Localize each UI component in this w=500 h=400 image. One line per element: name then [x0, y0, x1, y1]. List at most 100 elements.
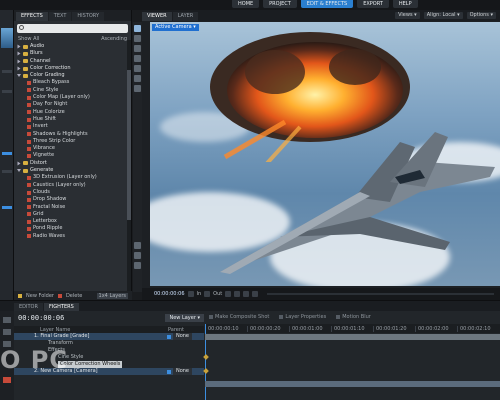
nav-project[interactable]: PROJECT — [263, 0, 297, 8]
playback-controls: 00:00:00:06 In Out — [142, 288, 500, 300]
effect-item[interactable]: Hue Shift — [17, 116, 127, 123]
pen-tool-icon[interactable] — [134, 75, 141, 82]
new-folder-button[interactable]: New Folder — [26, 293, 54, 299]
scrollbar-thumb[interactable] — [127, 70, 131, 220]
motion-blur-button[interactable]: Motion Blur — [336, 314, 371, 320]
layer-bar-final-grade[interactable] — [205, 334, 500, 340]
tab-text[interactable]: TEXT — [48, 12, 72, 21]
nav-help[interactable]: HELP — [392, 0, 418, 8]
eraser-tool-icon[interactable] — [134, 252, 141, 259]
brush-tool-icon[interactable] — [134, 242, 141, 249]
select-tool-icon[interactable] — [134, 25, 141, 32]
effect-folder[interactable]: Color Grading — [17, 72, 127, 79]
current-time[interactable]: 00:00:00:06 — [18, 314, 64, 322]
set-out-icon[interactable] — [204, 291, 211, 297]
layer-bar-new-camera[interactable] — [205, 381, 500, 387]
effect-folder[interactable]: Distort — [17, 160, 127, 167]
new-layer-dropdown[interactable]: New Layer — [165, 314, 204, 322]
rotate-tool-icon[interactable] — [134, 65, 141, 72]
effect-folder[interactable]: Generate — [17, 167, 127, 174]
parent-select[interactable]: None — [166, 368, 192, 375]
effect-item[interactable]: Vibrance — [17, 145, 127, 152]
effect-item[interactable]: Radio Waves — [17, 233, 127, 240]
effect-folder[interactable]: Blurs — [17, 50, 127, 57]
effect-item[interactable]: Bleach Bypass — [17, 79, 127, 86]
viewer-canvas[interactable]: Active Camera — [150, 22, 500, 286]
views-dropdown[interactable]: Views — [395, 12, 420, 19]
move-tool-icon[interactable] — [134, 55, 141, 62]
nav-home[interactable]: HOME — [232, 0, 260, 8]
chevron-right-icon[interactable] — [17, 66, 21, 71]
zoom-tool-icon[interactable] — [134, 45, 141, 52]
effect-item[interactable]: Day For Night — [17, 101, 127, 108]
effect-item[interactable]: Vignette — [17, 152, 127, 159]
effects-search-input[interactable] — [26, 24, 126, 33]
media-row[interactable] — [2, 170, 12, 173]
set-in-icon[interactable] — [187, 291, 194, 297]
effect-icon — [27, 88, 31, 93]
effect-item[interactable]: Caustics (Layer only) — [17, 182, 127, 189]
layer-row[interactable]: 1. Final Grade [Grade] None — [14, 333, 204, 340]
nav-edit-effects[interactable]: EDIT & EFFECTS — [300, 0, 354, 8]
chevron-right-icon[interactable] — [17, 51, 21, 56]
media-row[interactable] — [2, 70, 12, 73]
nav-export[interactable]: EXPORT — [357, 0, 389, 8]
effect-item[interactable]: Letterbox — [17, 218, 127, 225]
layer-properties-button[interactable]: Layer Properties — [279, 314, 326, 320]
text-tool-icon[interactable] — [134, 262, 141, 269]
record-icon[interactable] — [3, 377, 11, 383]
scrub-track[interactable] — [267, 293, 494, 295]
effect-item[interactable]: Three Strip Color — [17, 138, 127, 145]
parent-select[interactable]: None — [166, 333, 192, 340]
effect-item[interactable]: Clouds — [17, 189, 127, 196]
effect-item[interactable]: Hue Colorize — [17, 109, 127, 116]
time-ruler[interactable]: 00:00:00:10 00:00:00:20 00:00:01:00 00:00:0… — [205, 324, 500, 333]
effect-folder[interactable]: Color Correction — [17, 65, 127, 72]
chevron-right-icon[interactable] — [17, 59, 21, 64]
timeline-tabs: EDITOR FIGHTERS — [0, 301, 500, 311]
effect-folder[interactable]: Audio — [17, 43, 127, 50]
media-row-selected[interactable] — [2, 152, 12, 155]
column-parent: Parent — [167, 326, 184, 333]
chevron-right-icon[interactable] — [17, 44, 21, 49]
ruler-tick-label: 00:00:00:20 — [247, 325, 289, 332]
effect-item[interactable]: Shadows & Highlights — [17, 131, 127, 138]
make-composite-shot-button[interactable]: Make Composite Shot — [209, 314, 269, 320]
tab-fighters[interactable]: FIGHTERS — [43, 303, 79, 311]
options-dropdown[interactable]: Options — [466, 12, 496, 19]
active-camera-dropdown[interactable]: Active Camera — [152, 24, 199, 31]
effect-item[interactable]: Grid — [17, 211, 127, 218]
skip-forward-icon[interactable] — [243, 291, 250, 297]
razor-icon[interactable] — [3, 329, 11, 335]
effect-item[interactable]: Drop Shadow — [17, 196, 127, 203]
tab-viewer[interactable]: VIEWER — [142, 12, 172, 21]
effect-item[interactable]: Pond Ripple — [17, 225, 127, 232]
hand-tool-icon[interactable] — [134, 35, 141, 42]
tab-history[interactable]: HISTORY — [72, 12, 105, 21]
tab-layer[interactable]: LAYER — [172, 12, 199, 21]
mask-tool-icon[interactable] — [134, 85, 141, 92]
effect-icon — [27, 234, 31, 239]
effect-folder[interactable]: Channel — [17, 58, 127, 65]
chevron-down-icon[interactable] — [17, 74, 21, 78]
effect-item[interactable]: 3D Extrusion (Layer only) — [17, 174, 127, 181]
chevron-down-icon[interactable] — [17, 169, 21, 173]
select-icon[interactable] — [3, 317, 11, 323]
effect-item[interactable]: Color Map (Layer only) — [17, 94, 127, 101]
effect-icon — [27, 146, 31, 151]
media-thumbnail[interactable] — [1, 28, 13, 48]
effects-scrollbar[interactable] — [127, 40, 131, 295]
skip-back-icon[interactable] — [225, 291, 232, 297]
loop-icon[interactable] — [252, 291, 259, 297]
effect-item[interactable]: Cine Style — [17, 87, 127, 94]
media-row[interactable] — [2, 90, 12, 93]
media-row-selected[interactable] — [2, 206, 12, 209]
tab-effects[interactable]: EFFECTS — [16, 12, 48, 21]
tab-editor[interactable]: EDITOR — [14, 303, 43, 311]
play-icon[interactable] — [234, 291, 241, 297]
align-dropdown[interactable]: Align: Local — [423, 12, 463, 19]
effect-item[interactable]: Fractal Noise — [17, 204, 127, 211]
chevron-right-icon[interactable] — [17, 161, 21, 166]
delete-button[interactable]: Delete — [66, 293, 82, 299]
effect-item[interactable]: Invert — [17, 123, 127, 130]
